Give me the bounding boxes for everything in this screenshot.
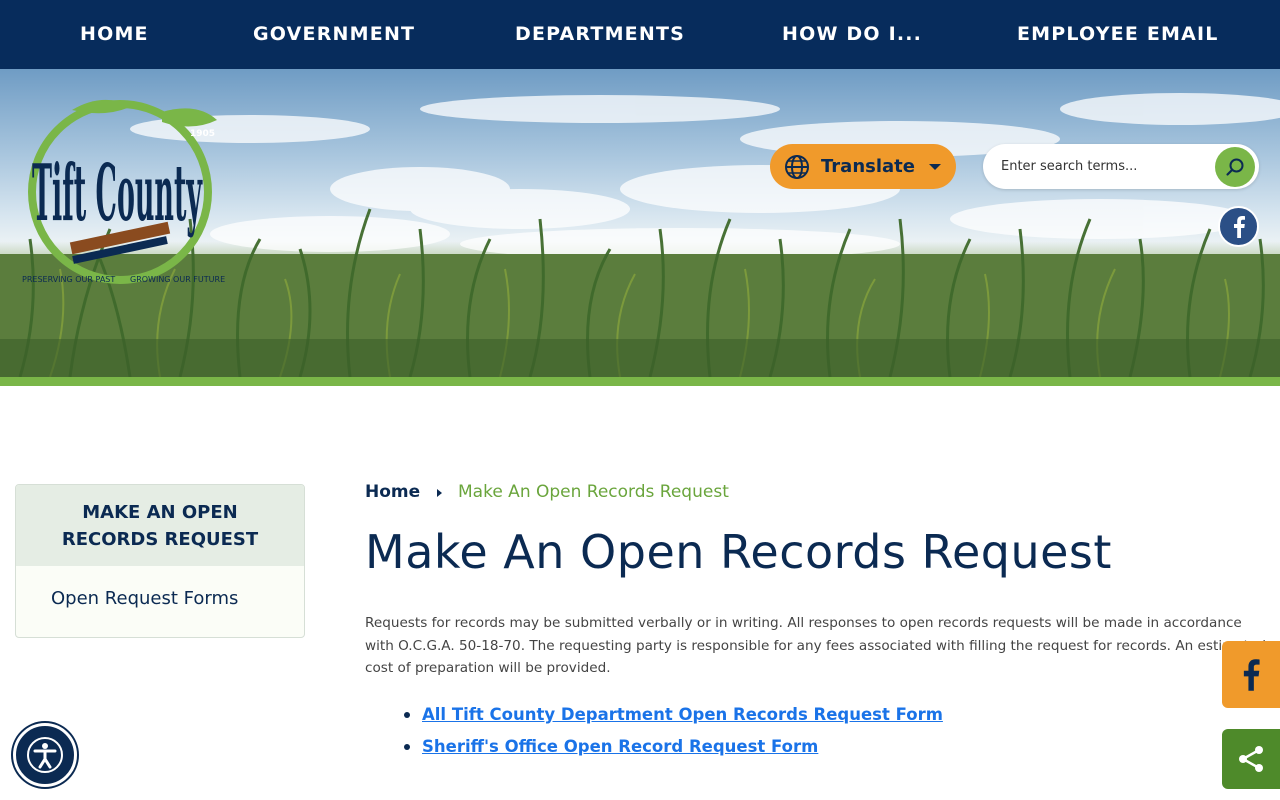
search-box <box>983 144 1259 189</box>
sheriff-records-form-link[interactable]: Sheriff's Office Open Record Request For… <box>422 737 818 756</box>
page-title: Make An Open Records Request <box>365 525 1112 579</box>
hero-accent-strip <box>0 377 1280 386</box>
nav-government[interactable]: GOVERNMENT <box>253 0 415 69</box>
logo-wordmark: Tift County <box>32 148 203 239</box>
sidebar-item-open-request-forms[interactable]: Open Request Forms <box>16 566 304 609</box>
accessibility-button[interactable] <box>13 723 77 787</box>
search-button[interactable] <box>1215 147 1255 187</box>
logo-year: 1905 <box>190 129 215 139</box>
share-tab[interactable] <box>1222 729 1280 789</box>
search-input[interactable] <box>1001 154 1201 179</box>
main-navigation: HOME GOVERNMENT DEPARTMENTS HOW DO I... … <box>0 0 1280 69</box>
share-icon <box>1239 746 1263 772</box>
facebook-link[interactable] <box>1218 206 1259 247</box>
search-icon <box>1226 158 1244 176</box>
chevron-down-icon <box>928 163 941 170</box>
translate-button[interactable]: Translate <box>770 144 956 189</box>
logo-motto-left: PRESERVING OUR PAST <box>22 275 115 284</box>
county-records-form-link[interactable]: All Tift County Department Open Records … <box>422 705 943 724</box>
nav-employee-email[interactable]: EMPLOYEE EMAIL <box>1017 0 1219 69</box>
breadcrumb-home[interactable]: Home <box>365 482 420 502</box>
nav-home[interactable]: HOME <box>80 0 149 69</box>
intro-paragraph: Requests for records may be submitted ve… <box>365 615 1266 676</box>
logo-motto-right: GROWING OUR FUTURE <box>130 275 225 284</box>
tift-county-logo[interactable]: Tift County 1905 PRESERVING OUR PAST GRO… <box>12 92 228 292</box>
sidebar: MAKE AN OPEN RECORDS REQUEST Open Reques… <box>15 484 305 638</box>
translate-label: Translate <box>821 156 915 177</box>
breadcrumb-separator-icon <box>437 489 442 497</box>
accessibility-icon <box>27 737 63 773</box>
breadcrumb-current: Make An Open Records Request <box>458 482 729 502</box>
list-item: All Tift County Department Open Records … <box>404 702 943 734</box>
form-links-list: All Tift County Department Open Records … <box>404 702 943 766</box>
sidebar-title: MAKE AN OPEN RECORDS REQUEST <box>16 485 304 566</box>
facebook-icon <box>1233 215 1245 238</box>
list-item: Sheriff's Office Open Record Request For… <box>404 734 943 766</box>
nav-departments[interactable]: DEPARTMENTS <box>515 0 685 69</box>
facebook-icon <box>1243 658 1260 691</box>
globe-icon <box>785 154 809 179</box>
nav-how-do-i[interactable]: HOW DO I... <box>782 0 922 69</box>
facebook-share-tab[interactable] <box>1222 641 1280 708</box>
